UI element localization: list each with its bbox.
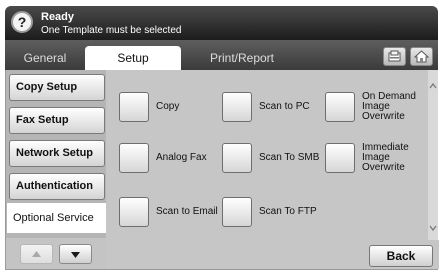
sidebar-item-optional-service[interactable]: Optional Service — [7, 203, 106, 233]
option-button[interactable] — [119, 92, 149, 122]
sidebar-item-fax-setup[interactable]: Fax Setup — [9, 107, 105, 134]
tab-print-report[interactable]: Print/Report — [187, 46, 297, 70]
status-title: Ready — [41, 11, 75, 23]
option-scan-to-email[interactable]: Scan to Email — [119, 197, 224, 229]
option-label: Scan to PC — [259, 101, 310, 112]
option-scan-to-smb[interactable]: Scan To SMB — [222, 143, 327, 175]
option-button[interactable] — [222, 143, 252, 173]
option-label: On Demand Image Overwrite — [362, 91, 416, 122]
option-label: Immediate Image Overwrite — [362, 142, 409, 173]
help-icon[interactable]: ? — [11, 11, 33, 33]
option-scan-to-ftp[interactable]: Scan To FTP — [222, 197, 327, 229]
sidebar-scroll-controls — [6, 238, 106, 269]
option-button[interactable] — [222, 197, 252, 227]
tray-icon[interactable] — [383, 47, 406, 66]
option-copy[interactable]: Copy — [119, 92, 224, 124]
option-button[interactable] — [222, 92, 252, 122]
option-button[interactable] — [325, 143, 355, 173]
tab-general[interactable]: General — [5, 46, 85, 70]
option-label: Scan to Email — [156, 206, 218, 217]
option-button[interactable] — [119, 143, 149, 173]
sidebar: Copy Setup Fax Setup Network Setup Authe… — [6, 70, 106, 269]
option-label: Scan To FTP — [259, 206, 317, 217]
scrollbar[interactable] — [428, 70, 438, 240]
option-immediate-image-overwrite[interactable]: Immediate Image Overwrite — [325, 143, 430, 175]
scroll-up-icon[interactable] — [428, 80, 438, 92]
options-grid: Copy Scan to PC On Demand Image Overwrit… — [106, 70, 428, 240]
down-arrow-button[interactable] — [59, 244, 92, 264]
sidebar-item-copy-setup[interactable]: Copy Setup — [9, 74, 105, 101]
option-button[interactable] — [325, 92, 355, 122]
option-label: Copy — [156, 101, 180, 112]
sidebar-item-network-setup[interactable]: Network Setup — [9, 140, 105, 167]
tab-bar: General Setup Print/Report — [5, 40, 438, 70]
bottom-bar: Back — [106, 240, 439, 269]
status-message: One Template must be selected — [41, 25, 182, 36]
status-bar: ? Ready One Template must be selected — [5, 6, 438, 40]
option-label: Analog Fax — [156, 152, 207, 163]
back-button[interactable]: Back — [369, 245, 433, 267]
device-screen: ? Ready One Template must be selected Ge… — [0, 0, 445, 274]
option-label: Scan To SMB — [259, 152, 320, 163]
sidebar-item-authentication[interactable]: Authentication — [9, 173, 105, 200]
triangle-up-icon — [32, 251, 41, 257]
option-analog-fax[interactable]: Analog Fax — [119, 143, 224, 175]
triangle-down-icon — [71, 252, 80, 258]
option-scan-to-pc[interactable]: Scan to PC — [222, 92, 327, 124]
up-arrow-button[interactable] — [20, 244, 53, 264]
content-panel: Copy Setup Fax Setup Network Setup Authe… — [5, 70, 439, 270]
tab-setup[interactable]: Setup — [85, 46, 181, 70]
home-icon[interactable] — [410, 47, 433, 66]
option-button[interactable] — [119, 197, 149, 227]
option-on-demand-image-overwrite[interactable]: On Demand Image Overwrite — [325, 92, 430, 124]
scroll-down-icon[interactable] — [428, 222, 438, 234]
